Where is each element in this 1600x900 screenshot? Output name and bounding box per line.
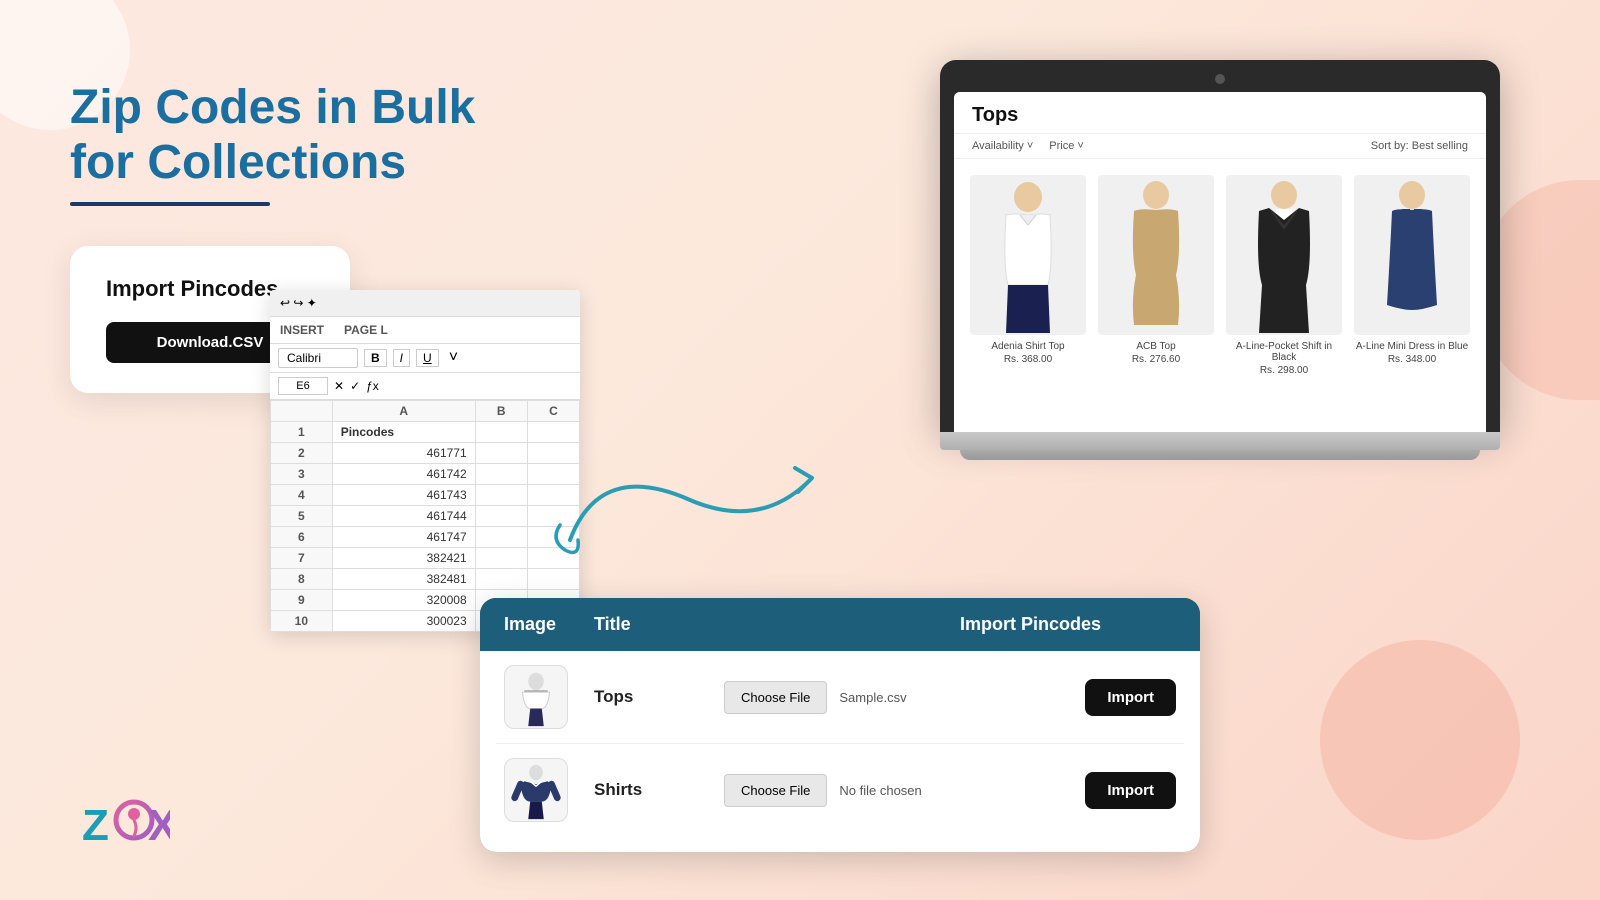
ribbon-item-page: PAGE L [344,323,388,337]
filter-price[interactable]: Price ˅ [1049,140,1084,152]
product-name-3: A-Line-Pocket Shift in Black [1226,341,1342,363]
bottom-table: Image Title Import Pincodes Tops [480,598,1200,852]
product-price-1: Rs. 368.00 [970,354,1086,365]
laptop-screen-outer: Tops Availability ˅ Price ˅ Sort by: Bes… [940,60,1500,432]
filter-left: Availability ˅ Price ˅ [972,140,1084,152]
product-name-4: A-Line Mini Dress in Blue [1354,341,1470,352]
font-name: Calibri [278,348,358,368]
decorative-blob-bottom-right [1320,640,1520,840]
table-row: Tops Choose File Sample.csv Import [496,651,1184,744]
product-title-shirts: Shirts [594,780,714,800]
title-underline [70,202,270,206]
col-header-title: Title [594,614,885,635]
product-card: ACB Top Rs. 276.60 [1092,169,1220,382]
product-thumb-tops [504,665,568,729]
product-image [1354,175,1470,335]
file-controls-shirts: Choose File No file chosen Import [724,772,1176,809]
product-price-4: Rs. 348.00 [1354,354,1470,365]
shop-filters: Availability ˅ Price ˅ Sort by: Best sel… [954,134,1486,159]
page-title: Zip Codes in Bulk for Collections [70,80,510,190]
choose-file-button-tops[interactable]: Choose File [724,681,827,714]
product-title-tops: Tops [594,687,714,707]
product-name-1: Adenia Shirt Top [970,341,1086,352]
ribbon-item-insert: INSERT [280,323,324,337]
svg-text:Z: Z [82,801,109,850]
product-figure-1 [978,175,1078,335]
product-card: A-Line Mini Dress in Blue Rs. 348.00 [1348,169,1476,382]
product-image [970,175,1086,335]
file-controls-tops: Choose File Sample.csv Import [724,679,1176,716]
laptop-screen: Tops Availability ˅ Price ˅ Sort by: Bes… [954,92,1486,432]
product-image [1098,175,1214,335]
cell-reference: E6 [278,377,328,395]
excel-ribbon: INSERT PAGE L [270,317,580,344]
laptop-mockup: Tops Availability ˅ Price ˅ Sort by: Bes… [940,60,1500,460]
excel-formula-bar: E6 ✕ ✓ ƒx [270,373,580,400]
svg-text:X: X [148,801,170,850]
product-figure-2 [1106,175,1206,335]
shop-header: Tops [954,92,1486,134]
filter-availability[interactable]: Availability ˅ [972,140,1033,152]
laptop-bottom [960,450,1480,460]
col-header-image: Image [504,614,594,635]
product-card: Adenia Shirt Top Rs. 368.00 [964,169,1092,382]
arrow-decoration [540,440,840,560]
shop-title: Tops [972,104,1468,127]
underline-button[interactable]: U [416,349,439,367]
col-header-import: Import Pincodes [885,614,1176,635]
excel-font-bar: Calibri B I U ˅ [270,344,580,373]
zox-logo-svg: Z X [80,792,170,852]
product-figure-4 [1362,175,1462,335]
laptop-base [940,432,1500,450]
bottom-table-body: Tops Choose File Sample.csv Import [480,651,1200,852]
zox-logo: Z X [80,792,170,852]
product-image [1226,175,1342,335]
laptop-camera [1215,74,1225,84]
tops-figure-icon [505,665,567,729]
excel-toolbar: ↩ ↪ ✦ [270,290,580,317]
import-button-tops[interactable]: Import [1085,679,1176,716]
shirts-figure-icon [505,758,567,822]
choose-file-button-shirts[interactable]: Choose File [724,774,827,807]
bold-button[interactable]: B [364,349,387,367]
import-button-shirts[interactable]: Import [1085,772,1176,809]
excel-mockup: ↩ ↪ ✦ INSERT PAGE L Calibri B I U ˅ E6 ✕… [270,290,580,632]
sort-by: Sort by: Best selling [1371,140,1468,152]
product-price-2: Rs. 276.60 [1098,354,1214,365]
product-card: A-Line-Pocket Shift in Black Rs. 298.00 [1220,169,1348,382]
table-row: Shirts Choose File No file chosen Import [496,744,1184,836]
products-grid: Adenia Shirt Top Rs. 368.00 [954,159,1486,392]
italic-button[interactable]: I [393,349,410,367]
file-name-shirts: No file chosen [839,783,1073,798]
product-name-2: ACB Top [1098,341,1214,352]
bottom-table-header: Image Title Import Pincodes [480,598,1200,651]
product-figure-3 [1234,175,1334,335]
product-thumb-shirts [504,758,568,822]
product-price-3: Rs. 298.00 [1226,365,1342,376]
file-name-tops: Sample.csv [839,690,1073,705]
